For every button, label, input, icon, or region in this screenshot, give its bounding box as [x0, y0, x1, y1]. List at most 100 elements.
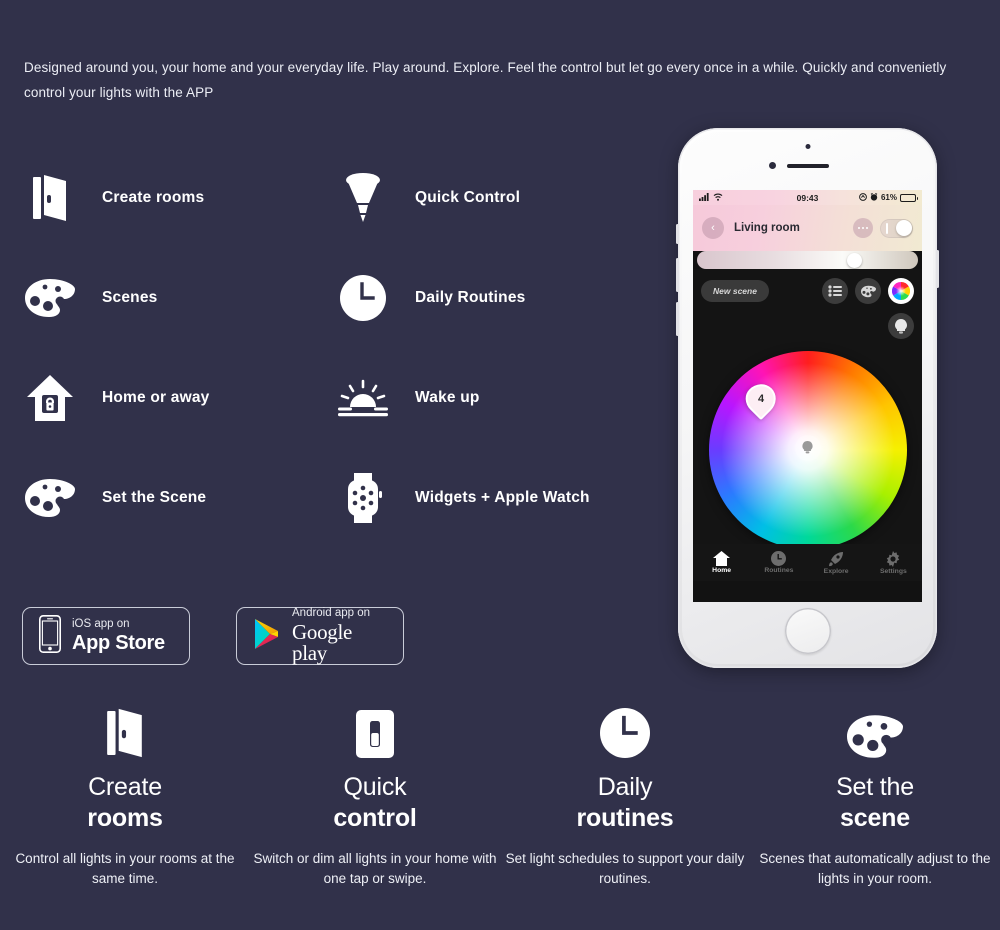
color-wheel-pin[interactable]: 4	[739, 377, 782, 421]
feature-column-left: Create rooms Scenes Home or away Set the…	[22, 148, 210, 548]
room-header: ‹ Living room	[693, 205, 922, 251]
card-title: Create rooms	[87, 772, 163, 833]
card-description: Switch or dim all lights in your home wi…	[253, 851, 497, 886]
card-quick-control: Quick control Switch or dim all lights i…	[250, 700, 500, 888]
silent-switch[interactable]	[676, 224, 679, 244]
bottom-tab-bar: Home Routines Explore Settings	[693, 544, 922, 581]
feature-item-scenes[interactable]: Scenes	[22, 248, 210, 348]
intro-paragraph: Designed around you, your home and your …	[24, 60, 947, 100]
clock-icon	[771, 551, 787, 566]
tab-label: Routines	[764, 567, 794, 574]
sunrise-icon	[335, 370, 391, 426]
light-bulb-icon	[335, 170, 391, 226]
brightness-slider[interactable]	[697, 251, 918, 269]
volume-down-button[interactable]	[676, 302, 679, 336]
scene-toolbar: New scene	[693, 269, 922, 304]
feature-column-right: Quick Control Daily Routines Wake up Wid…	[335, 148, 590, 548]
feature-cards: Create rooms Control all lights in your …	[0, 700, 1000, 888]
open-door-icon	[104, 700, 146, 758]
feature-item-widgets-apple-watch[interactable]: Widgets + Apple Watch	[335, 448, 590, 548]
card-title-line1: Set the	[836, 773, 914, 801]
paint-palette-icon	[847, 700, 903, 758]
iphone-icon	[39, 614, 61, 658]
new-scene-button[interactable]: New scene	[701, 280, 769, 302]
feature-label: Wake up	[415, 389, 480, 406]
color-wheel[interactable]: 4	[708, 351, 907, 549]
feature-item-create-rooms[interactable]: Create rooms	[22, 148, 210, 248]
house-lock-icon	[22, 370, 78, 426]
back-button[interactable]: ‹	[702, 217, 724, 239]
tab-home[interactable]: Home	[693, 551, 750, 574]
card-title-line1: Quick	[343, 773, 407, 801]
front-camera-icon	[769, 162, 776, 169]
feature-item-wake-up[interactable]: Wake up	[335, 348, 590, 448]
google-play-text: Android app on Google play	[292, 606, 387, 666]
rotation-lock-icon	[859, 192, 867, 203]
apple-watch-icon	[335, 470, 391, 526]
tab-label: Settings	[879, 567, 907, 575]
palette-icon[interactable]	[855, 278, 881, 304]
tab-routines[interactable]: Routines	[750, 551, 807, 574]
feature-item-daily-routines[interactable]: Daily Routines	[335, 248, 590, 348]
card-description: Scenes that automatically adjust to the …	[759, 851, 991, 886]
scene-area: New scene 4 Home Routines Explore Settin…	[693, 269, 922, 581]
card-title-line2: routines	[576, 803, 674, 832]
power-button[interactable]	[936, 250, 939, 288]
open-door-icon	[22, 170, 78, 226]
home-button[interactable]	[784, 608, 831, 654]
room-power-toggle[interactable]	[880, 218, 913, 238]
app-store-top-label: iOS app on	[72, 617, 130, 630]
card-daily-routines: Daily routines Set light schedules to su…	[500, 700, 750, 888]
tab-label: Home	[712, 567, 732, 574]
feature-item-set-the-scene[interactable]: Set the Scene	[22, 448, 210, 548]
list-icon[interactable]	[822, 278, 848, 304]
card-description: Control all lights in your rooms at the …	[15, 851, 235, 886]
card-description: Set light schedules to support your dail…	[505, 851, 745, 886]
app-store-text: iOS app on App Store	[72, 617, 165, 653]
clock-icon	[335, 270, 391, 326]
room-header-actions	[853, 218, 913, 238]
brightness-slider-knob[interactable]	[847, 252, 863, 268]
rocket-icon	[828, 551, 844, 567]
feature-item-quick-control[interactable]: Quick Control	[335, 148, 590, 248]
pin-number: 4	[757, 393, 764, 405]
alarm-icon	[870, 192, 878, 203]
feature-label: Quick Control	[415, 189, 521, 206]
home-icon	[713, 551, 731, 566]
proximity-sensor-icon	[805, 144, 810, 149]
feature-label: Set the Scene	[102, 489, 207, 506]
paint-palette-icon	[22, 470, 78, 526]
feature-label: Widgets + Apple Watch	[415, 489, 590, 506]
bulb-marker-icon[interactable]	[794, 435, 821, 461]
scene-mode-buttons	[822, 278, 914, 304]
feature-label: Daily Routines	[415, 289, 526, 306]
color-wheel-icon[interactable]	[888, 278, 914, 304]
google-play-badge[interactable]: Android app on Google play	[236, 607, 404, 665]
bulb-icon[interactable]	[888, 313, 914, 339]
battery-percent-label: 61%	[880, 193, 897, 202]
feature-label: Create rooms	[102, 189, 205, 206]
feature-item-home-or-away[interactable]: Home or away	[22, 348, 210, 448]
feature-label: Scenes	[102, 289, 158, 306]
phone-screen: 09:43 61% ‹ Living room New scene 4 Home…	[693, 190, 922, 602]
card-title-line2: control	[333, 803, 417, 832]
tab-explore[interactable]: Explore	[808, 551, 865, 575]
card-title-line1: Create	[88, 773, 162, 801]
room-title: Living room	[734, 222, 800, 234]
tab-label: Explore	[823, 567, 849, 575]
more-dots-icon[interactable]	[853, 218, 873, 238]
feature-page: Designed around you, your home and your …	[0, 0, 1000, 930]
earpiece-speaker	[786, 164, 829, 168]
volume-up-button[interactable]	[676, 258, 679, 292]
card-create-rooms: Create rooms Control all lights in your …	[0, 700, 250, 888]
status-bar-right: 61%	[859, 192, 918, 203]
google-play-triangle-icon	[253, 618, 281, 655]
card-title-line2: rooms	[87, 803, 163, 832]
clock-icon	[600, 700, 650, 758]
google-play-top-label: Android app on	[292, 606, 371, 619]
light-switch-icon	[356, 700, 394, 758]
gear-icon	[885, 550, 901, 567]
app-store-badge[interactable]: iOS app on App Store	[22, 607, 190, 665]
google-play-bottom-label: Google play	[292, 620, 353, 666]
tab-settings[interactable]: Settings	[865, 550, 922, 575]
